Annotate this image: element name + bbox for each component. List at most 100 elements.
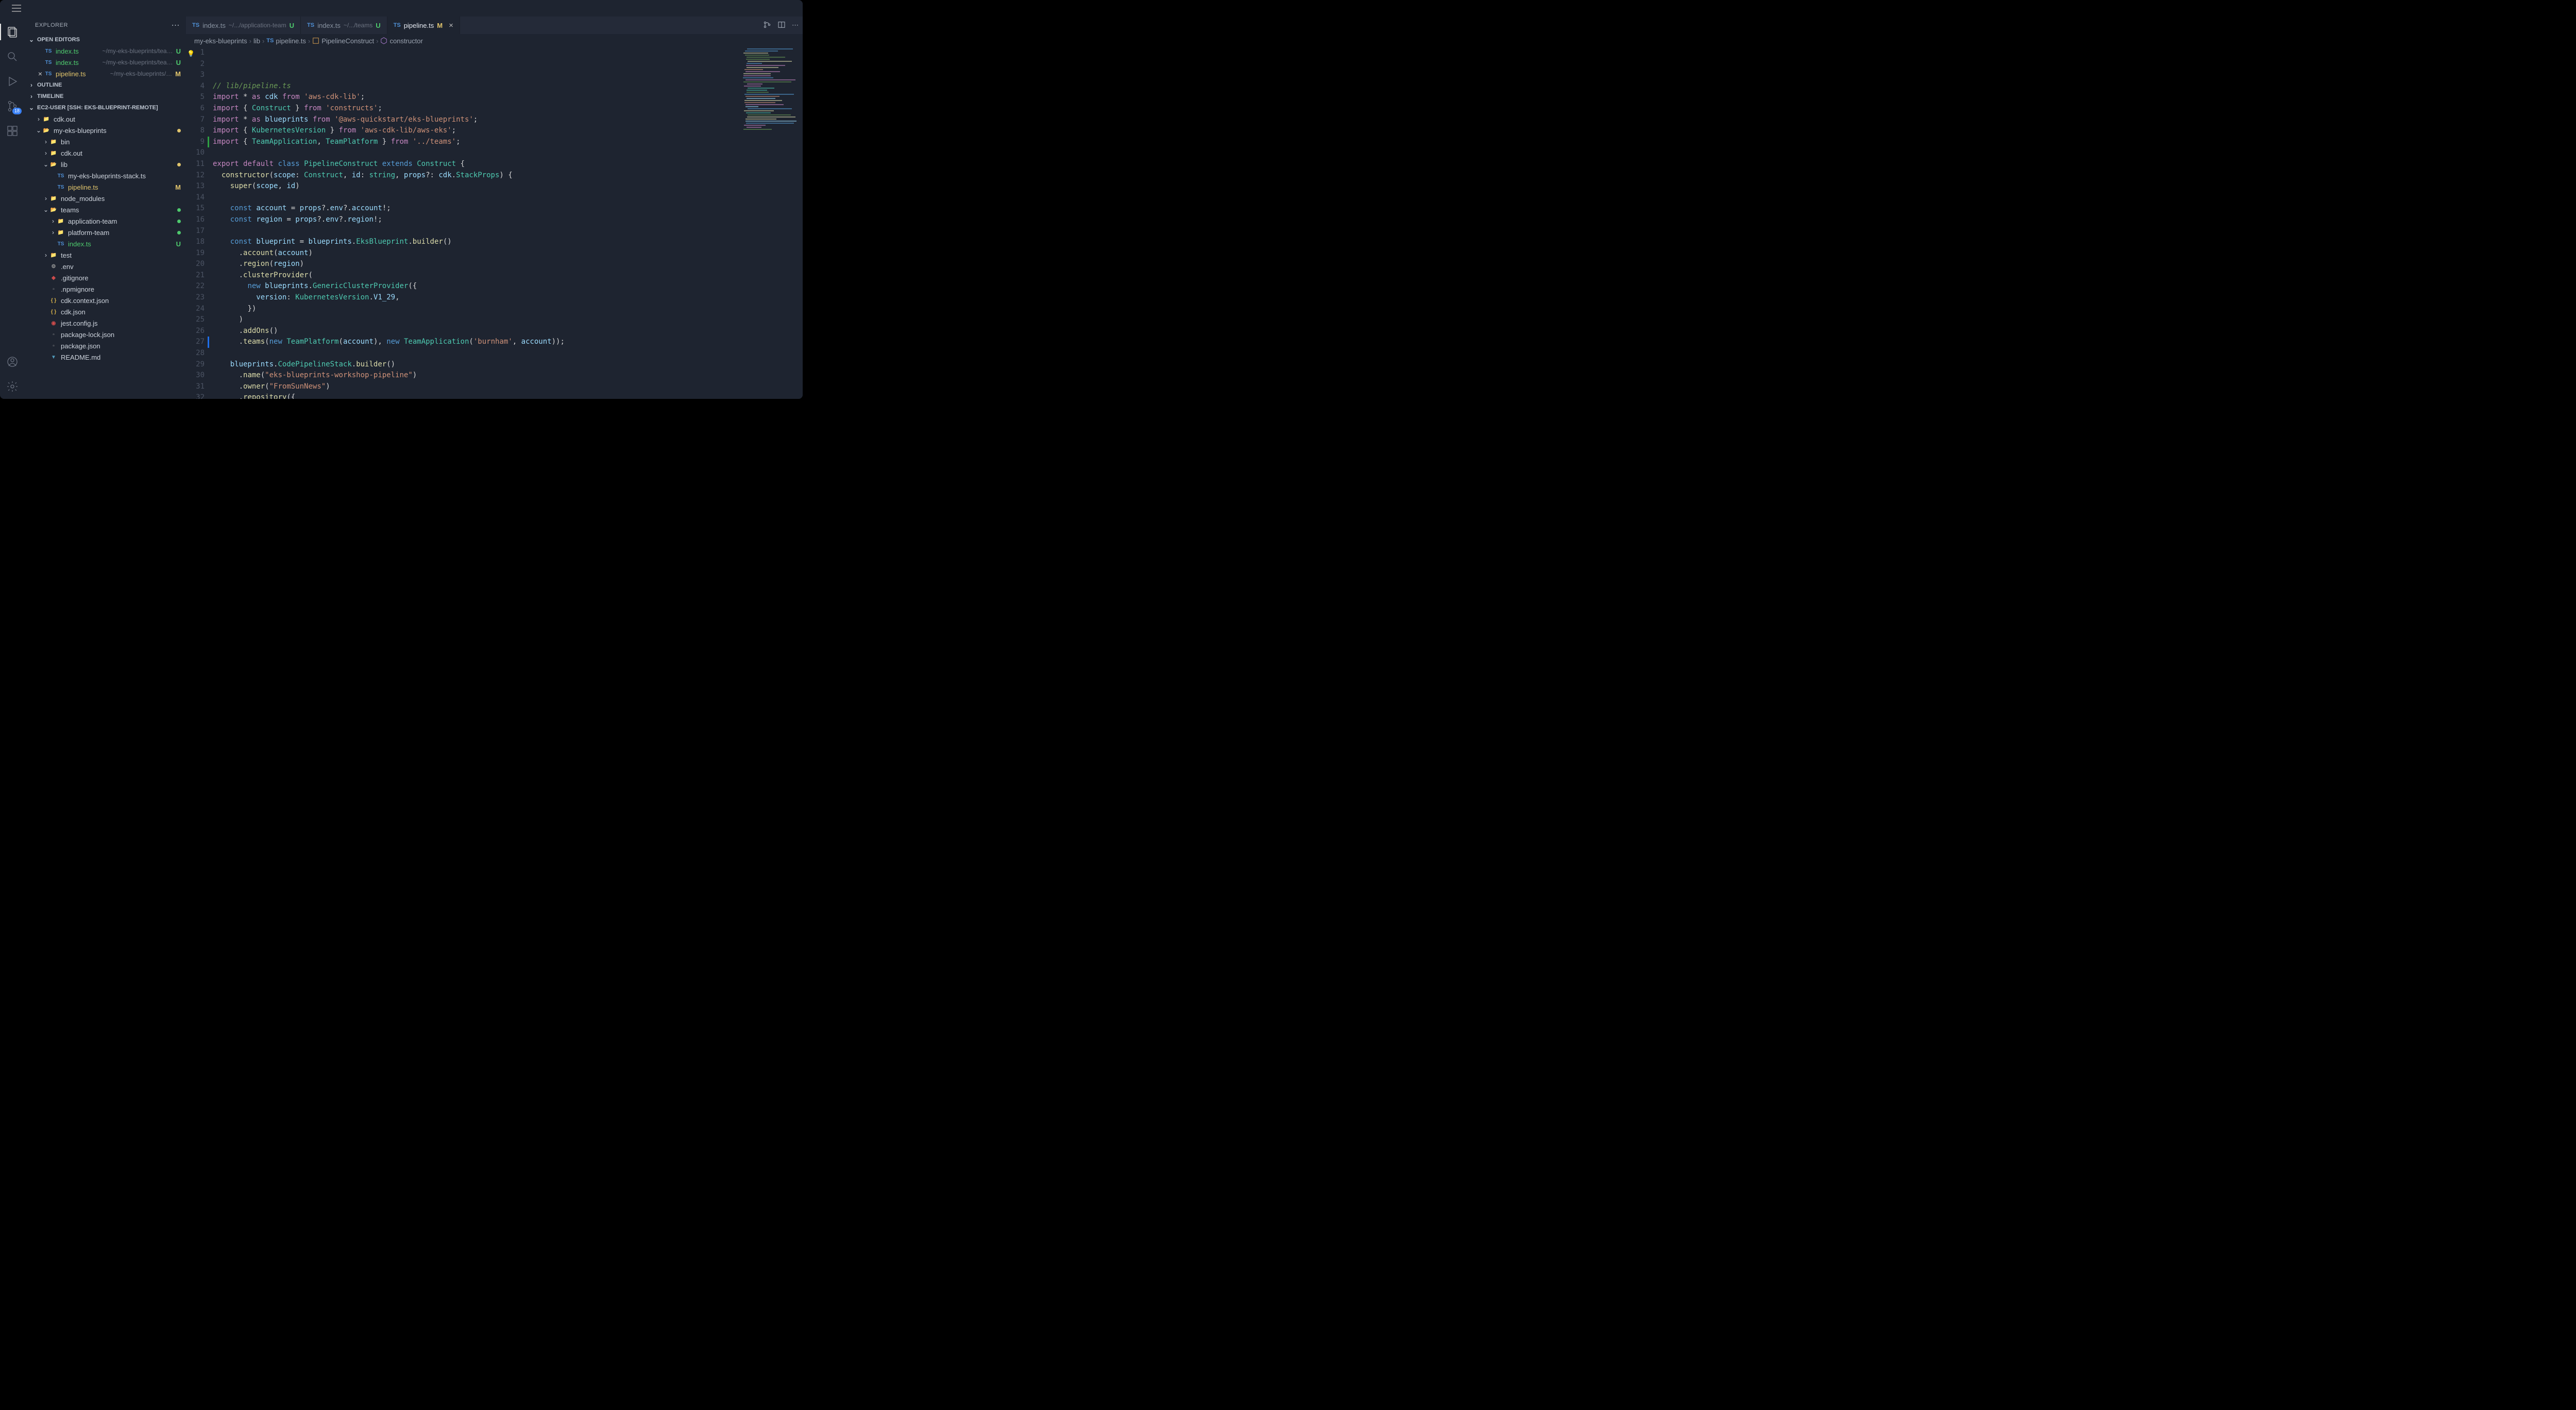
sidebar-header: EXPLORER ⋯	[25, 16, 186, 34]
tab-actions: ⋯	[759, 16, 803, 34]
tree-item[interactable]: TSpipeline.tsM	[25, 181, 186, 193]
folder-icon: 📁	[49, 138, 58, 146]
tree-item[interactable]: TSindex.tsU	[25, 238, 186, 249]
tab-name: pipeline.ts	[404, 22, 434, 29]
tree-item[interactable]: { }cdk.context.json	[25, 295, 186, 306]
workspace-header[interactable]: ⌄ EC2-USER [SSH: EKS-BLUEPRINT-REMOTE]	[25, 102, 186, 113]
editor-tab[interactable]: TSindex.ts~/.../application-teamU	[186, 16, 301, 34]
tree-item[interactable]: ⌄📂lib	[25, 159, 186, 170]
tree-item-label: my-eks-blueprints-stack.ts	[68, 172, 181, 180]
scm-badge: 18	[12, 108, 22, 114]
close-icon[interactable]: ×	[36, 70, 44, 78]
tree-item[interactable]: ›📁test	[25, 249, 186, 261]
tree-item[interactable]: ◉jest.config.js	[25, 317, 186, 329]
tree-item-label: test	[61, 251, 181, 259]
file-icon: ▫	[49, 342, 58, 350]
tree-item[interactable]: ⌄📂teams	[25, 204, 186, 215]
activitybar: 18	[0, 16, 25, 399]
tree-item[interactable]: ›📁application-team	[25, 215, 186, 227]
settings-activity[interactable]	[0, 374, 25, 399]
tree-item-label: cdk.out	[54, 115, 181, 123]
tree-item-label: bin	[61, 138, 181, 146]
tree-item[interactable]: ›📁cdk.out	[25, 113, 186, 125]
accounts-activity[interactable]	[0, 349, 25, 374]
close-icon[interactable]: ×	[449, 21, 453, 30]
source-control-activity[interactable]: 18	[0, 94, 25, 119]
sidebar: EXPLORER ⋯ ⌄ OPEN EDITORS TSindex.ts~/my…	[25, 16, 186, 399]
run-debug-activity[interactable]	[0, 69, 25, 94]
folder-icon: 📁	[49, 149, 58, 157]
tree-item[interactable]: ▫package.json	[25, 340, 186, 351]
split-editor-icon[interactable]	[777, 21, 786, 30]
tree-item-label: cdk.json	[61, 308, 181, 316]
folder-icon: 📁	[57, 228, 65, 237]
explorer-activity[interactable]	[0, 20, 25, 44]
ts-file-icon: TS	[44, 58, 53, 66]
folder-icon: 📁	[49, 251, 58, 259]
menu-button[interactable]	[4, 0, 29, 16]
outline-header[interactable]: › OUTLINE	[25, 79, 186, 91]
tree-item-label: README.md	[61, 354, 181, 361]
tree-item[interactable]: TSmy-eks-blueprints-stack.ts	[25, 170, 186, 181]
breadcrumb[interactable]: my-eks-blueprints › lib › TS pipeline.ts…	[186, 34, 803, 47]
open-editors-header[interactable]: ⌄ OPEN EDITORS	[25, 34, 186, 45]
breadcrumb-item[interactable]: pipeline.ts	[276, 37, 306, 45]
md-file-icon: ▼	[49, 353, 58, 361]
git-file-icon: ◆	[49, 274, 58, 282]
chevron-right-icon: ›	[42, 251, 49, 259]
tree-item[interactable]: ›📁bin	[25, 136, 186, 147]
compare-changes-icon[interactable]	[763, 21, 771, 30]
folder-open-icon: 📂	[42, 126, 50, 135]
class-icon	[312, 37, 319, 44]
chevron-down-icon: ⌄	[42, 161, 49, 168]
chevron-down-icon: ⌄	[28, 36, 35, 43]
sidebar-more-icon[interactable]: ⋯	[172, 20, 180, 30]
extensions-activity[interactable]	[0, 119, 25, 143]
editor-tab[interactable]: TSindex.ts~/.../teamsU	[301, 16, 387, 34]
file-path: ~/my-eks-blueprints/tea…	[103, 47, 173, 55]
open-editor-item[interactable]: TSindex.ts~/my-eks-blueprints/tea…U	[25, 45, 186, 57]
code-content[interactable]: // lib/pipeline.tsimport * as cdk from '…	[213, 47, 803, 399]
open-editor-item[interactable]: TSindex.ts~/my-eks-blueprints/tea…U	[25, 57, 186, 68]
code-editor[interactable]: 💡 12345678910111213141516171819202122232…	[186, 47, 803, 399]
breadcrumb-item[interactable]: PipelineConstruct	[321, 37, 374, 45]
ts-file-icon: TS	[44, 70, 53, 78]
tree-item-label: teams	[61, 206, 174, 214]
tree-item[interactable]: ▫package-lock.json	[25, 329, 186, 340]
tree-item[interactable]: ⌄📂my-eks-blueprints	[25, 125, 186, 136]
tree-item-label: lib	[61, 161, 174, 169]
tree-item[interactable]: { }cdk.json	[25, 306, 186, 317]
chevron-right-icon: ›	[28, 81, 35, 89]
tree-item[interactable]: ▼README.md	[25, 351, 186, 363]
chevron-right-icon: ›	[42, 138, 49, 145]
tree-item[interactable]: ▫.npmignore	[25, 283, 186, 295]
tree-item[interactable]: ›📁platform-team	[25, 227, 186, 238]
breadcrumb-item[interactable]: my-eks-blueprints	[194, 37, 247, 45]
chevron-right-icon: ›	[28, 93, 35, 100]
breadcrumb-item[interactable]: lib	[253, 37, 260, 45]
timeline-header[interactable]: › TIMELINE	[25, 91, 186, 102]
chevron-right-icon: ›	[42, 195, 49, 202]
file-path: ~/my-eks-blueprints/…	[110, 70, 172, 77]
tree-item-label: .gitignore	[61, 274, 181, 282]
tree-item[interactable]: ›📁cdk.out	[25, 147, 186, 159]
method-icon	[380, 37, 387, 44]
editor-tab[interactable]: TSpipeline.tsM×	[387, 16, 460, 34]
git-status: U	[290, 22, 294, 29]
tree-item[interactable]: ⚙.env	[25, 261, 186, 272]
tree-item-label: pipeline.ts	[68, 183, 172, 191]
file-icon: ▫	[49, 285, 58, 293]
open-editor-item[interactable]: ×TSpipeline.ts~/my-eks-blueprints/…M	[25, 68, 186, 79]
file-icon: ▫	[49, 330, 58, 339]
tree-item[interactable]: ◆.gitignore	[25, 272, 186, 283]
git-status: M	[437, 22, 443, 29]
folder-open-icon: 📂	[49, 206, 58, 214]
lightbulb-icon[interactable]: 💡	[187, 48, 195, 60]
tree-item[interactable]: ›📁node_modules	[25, 193, 186, 204]
breadcrumb-item[interactable]: constructor	[389, 37, 422, 45]
tree-item-label: .npmignore	[61, 286, 181, 293]
search-activity[interactable]	[0, 44, 25, 69]
editor-area: TSindex.ts~/.../application-teamUTSindex…	[186, 16, 803, 399]
more-actions-icon[interactable]: ⋯	[792, 21, 799, 29]
git-status: U	[376, 22, 380, 29]
